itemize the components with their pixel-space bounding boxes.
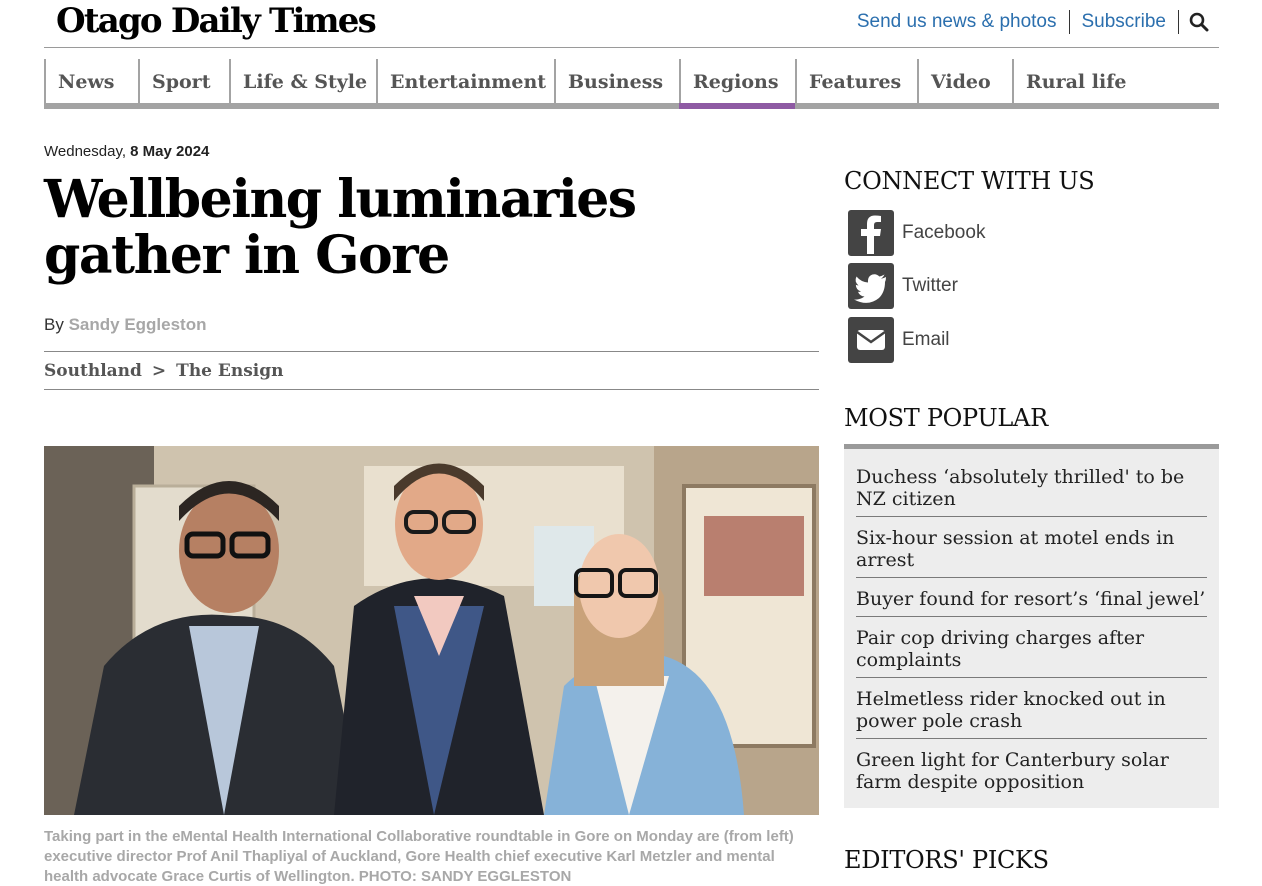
send-news-link[interactable]: Send us news & photos (845, 10, 1070, 34)
nav-item-sport[interactable]: Sport (138, 59, 229, 109)
connect-heading: CONNECT WITH US (844, 167, 1095, 195)
nav-label: News (58, 71, 115, 93)
most-popular-list: Duchess ‘absolutely thrilled' to be NZ c… (844, 444, 1219, 808)
top-links: Send us news & photos Subscribe (845, 10, 1219, 34)
search-icon (1189, 12, 1209, 32)
subscribe-link[interactable]: Subscribe (1070, 10, 1179, 34)
nav-item-regions[interactable]: Regions (679, 59, 795, 109)
social-twitter[interactable]: Twitter (848, 263, 958, 309)
nav-item-rural-life[interactable]: Rural life (1012, 59, 1219, 109)
twitter-icon (848, 263, 894, 309)
article-photo (44, 446, 819, 815)
social-label: Facebook (902, 222, 986, 243)
popular-item[interactable]: Buyer found for resort’s ‘final jewel’ (856, 585, 1207, 617)
breadcrumb-the-ensign[interactable]: The Ensign (176, 352, 283, 389)
article-photo-illustration (44, 446, 819, 815)
breadcrumb-southland[interactable]: Southland (44, 352, 142, 389)
nav-item-business[interactable]: Business (554, 59, 679, 109)
nav-item-news[interactable]: News (44, 59, 138, 109)
photo-caption: Taking part in the eMental Health Intern… (44, 828, 794, 885)
nav-item-features[interactable]: Features (795, 59, 917, 109)
breadcrumb: Southland > The Ensign (44, 351, 819, 390)
social-label: Twitter (902, 275, 958, 296)
date-day: Wednesday, (44, 143, 126, 160)
nav-label: Life & Style (243, 71, 368, 93)
editors-picks-heading: EDITORS' PICKS (844, 846, 1049, 874)
social-email[interactable]: Email (848, 317, 950, 363)
nav-item-life-style[interactable]: Life & Style (229, 59, 376, 109)
masthead: Otago Daily Times Send us news & photos … (44, 0, 1219, 48)
nav-label: Rural life (1026, 71, 1127, 93)
popular-item[interactable]: Pair cop driving charges after complaint… (856, 624, 1207, 678)
nav-label: Business (568, 71, 664, 93)
popular-item[interactable]: Green light for Canterbury solar farm de… (856, 746, 1207, 799)
popular-item[interactable]: Helmetless rider knocked out in power po… (856, 685, 1207, 739)
search-button[interactable] (1179, 10, 1219, 34)
nav-label: Features (809, 71, 902, 93)
social-label: Email (902, 329, 950, 350)
nav-label: Video (931, 71, 991, 93)
popular-item[interactable]: Duchess ‘absolutely thrilled' to be NZ c… (856, 463, 1207, 517)
nav-label: Sport (152, 71, 211, 93)
nav-item-video[interactable]: Video (917, 59, 1012, 109)
breadcrumb-separator: > (151, 361, 167, 381)
author-link[interactable]: Sandy Eggleston (69, 315, 207, 334)
nav-item-entertainment[interactable]: Entertainment (376, 59, 554, 109)
nav-label: Regions (693, 71, 779, 93)
date-full: 8 May 2024 (130, 143, 210, 160)
email-icon (848, 317, 894, 363)
nav-label: Entertainment (390, 71, 547, 93)
most-popular-heading: MOST POPULAR (844, 404, 1048, 432)
byline-prefix: By (44, 315, 64, 334)
byline: By Sandy Eggleston (44, 315, 207, 335)
site-logo[interactable]: Otago Daily Times (56, 0, 377, 42)
dateline: Wednesday, 8 May 2024 (44, 143, 209, 160)
popular-item[interactable]: Six-hour session at motel ends in arrest (856, 524, 1207, 578)
article-headline: Wellbeing luminaries gather in Gore (44, 169, 637, 286)
main-nav: News Sport Life & Style Entertainment Bu… (44, 59, 1219, 109)
facebook-icon (848, 210, 894, 256)
social-facebook[interactable]: Facebook (848, 210, 985, 256)
